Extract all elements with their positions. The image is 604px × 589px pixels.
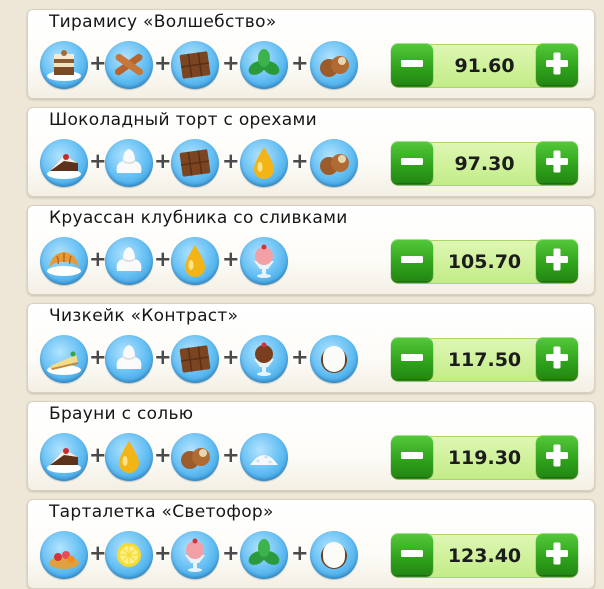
- plus-sign-icon: +: [291, 51, 309, 75]
- strawberry-ice-cream-icon: [240, 237, 288, 285]
- cheesecake-icon: [40, 335, 88, 383]
- plus-sign-icon: +: [222, 443, 240, 467]
- minus-button[interactable]: [391, 533, 433, 575]
- plus-sign-icon: +: [89, 541, 107, 565]
- chocolate-bar-icon: [171, 139, 219, 187]
- chocolate-bar-icon: [171, 335, 219, 383]
- recipe-title: Круассан клубника со сливками: [49, 208, 348, 228]
- plus-button[interactable]: [536, 239, 578, 281]
- recipe-card: Тарталетка «Светофор» + + + + 123.40: [27, 499, 595, 589]
- price-value: 91.60: [454, 55, 515, 77]
- minus-button[interactable]: [391, 239, 433, 281]
- plus-sign-icon: +: [222, 51, 240, 75]
- lemon-icon: [105, 531, 153, 579]
- plus-sign-icon: +: [222, 541, 240, 565]
- mint-icon: [240, 41, 288, 89]
- cinnamon-icon: [105, 41, 153, 89]
- price-stepper: 119.30: [391, 435, 578, 480]
- hazelnut-icon: [310, 139, 358, 187]
- oil-drop-icon: [105, 433, 153, 481]
- oil-drop-icon: [171, 237, 219, 285]
- recipe-title: Чизкейк «Контраст»: [49, 306, 239, 326]
- plus-sign-icon: +: [154, 247, 172, 271]
- recipe-card: Тирамису «Волшебство» + + + + 91.60: [27, 9, 595, 99]
- chocolate-ice-cream-icon: [240, 335, 288, 383]
- price-value: 97.30: [454, 153, 515, 175]
- plus-sign-icon: +: [291, 149, 309, 173]
- chocolate-bar-icon: [171, 41, 219, 89]
- minus-button[interactable]: [391, 43, 433, 85]
- strawberry-ice-cream-icon: [171, 531, 219, 579]
- whipped-cream-icon: [105, 335, 153, 383]
- oil-drop-icon: [240, 139, 288, 187]
- price-value: 117.50: [447, 349, 522, 371]
- plus-sign-icon: +: [89, 149, 107, 173]
- plus-sign-icon: +: [291, 541, 309, 565]
- tiramisu-cake-icon: [40, 41, 88, 89]
- price-value: 119.30: [447, 447, 522, 469]
- plus-sign-icon: +: [291, 345, 309, 369]
- hazelnut-icon: [310, 41, 358, 89]
- recipe-title: Тирамису «Волшебство»: [49, 12, 277, 32]
- price-stepper: 105.70: [391, 239, 578, 284]
- recipe-card: Круассан клубника со сливками + + + 105.…: [27, 205, 595, 295]
- recipe-card: Брауни с солью + + + 119.30: [27, 401, 595, 491]
- recipe-title: Тарталетка «Светофор»: [49, 502, 274, 522]
- minus-button[interactable]: [391, 141, 433, 183]
- plus-sign-icon: +: [154, 443, 172, 467]
- recipe-title: Шоколадный торт с орехами: [49, 110, 317, 130]
- plus-button[interactable]: [536, 337, 578, 379]
- recipe-card: Чизкейк «Контраст» + + + + 117.50: [27, 303, 595, 393]
- price-value: 105.70: [447, 251, 522, 273]
- plus-sign-icon: +: [222, 345, 240, 369]
- whipped-cream-icon: [105, 237, 153, 285]
- plus-button[interactable]: [536, 435, 578, 477]
- plus-sign-icon: +: [154, 149, 172, 173]
- plus-button[interactable]: [536, 533, 578, 575]
- plus-sign-icon: +: [222, 247, 240, 271]
- plus-sign-icon: +: [89, 443, 107, 467]
- price-stepper: 117.50: [391, 337, 578, 382]
- plus-sign-icon: +: [154, 541, 172, 565]
- minus-button[interactable]: [391, 435, 433, 477]
- plus-sign-icon: +: [89, 345, 107, 369]
- recipe-title: Брауни с солью: [49, 404, 194, 424]
- plus-sign-icon: +: [222, 149, 240, 173]
- recipe-card: Шоколадный торт с орехами + + + + 97.30: [27, 107, 595, 197]
- price-stepper: 123.40: [391, 533, 578, 578]
- plus-button[interactable]: [536, 43, 578, 85]
- plus-sign-icon: +: [89, 51, 107, 75]
- plus-sign-icon: +: [154, 345, 172, 369]
- chocolate-cake-icon: [40, 139, 88, 187]
- plus-button[interactable]: [536, 141, 578, 183]
- hazelnut-icon: [171, 433, 219, 481]
- coconut-icon: [310, 335, 358, 383]
- salt-icon: [240, 433, 288, 481]
- tartlet-icon: [40, 531, 88, 579]
- croissant-icon: [40, 237, 88, 285]
- price-stepper: 97.30: [391, 141, 578, 186]
- plus-sign-icon: +: [154, 51, 172, 75]
- coconut-icon: [310, 531, 358, 579]
- brownie-icon: [40, 433, 88, 481]
- mint-icon: [240, 531, 288, 579]
- plus-sign-icon: +: [89, 247, 107, 271]
- minus-button[interactable]: [391, 337, 433, 379]
- whipped-cream-icon: [105, 139, 153, 187]
- price-stepper: 91.60: [391, 43, 578, 88]
- price-value: 123.40: [447, 545, 522, 567]
